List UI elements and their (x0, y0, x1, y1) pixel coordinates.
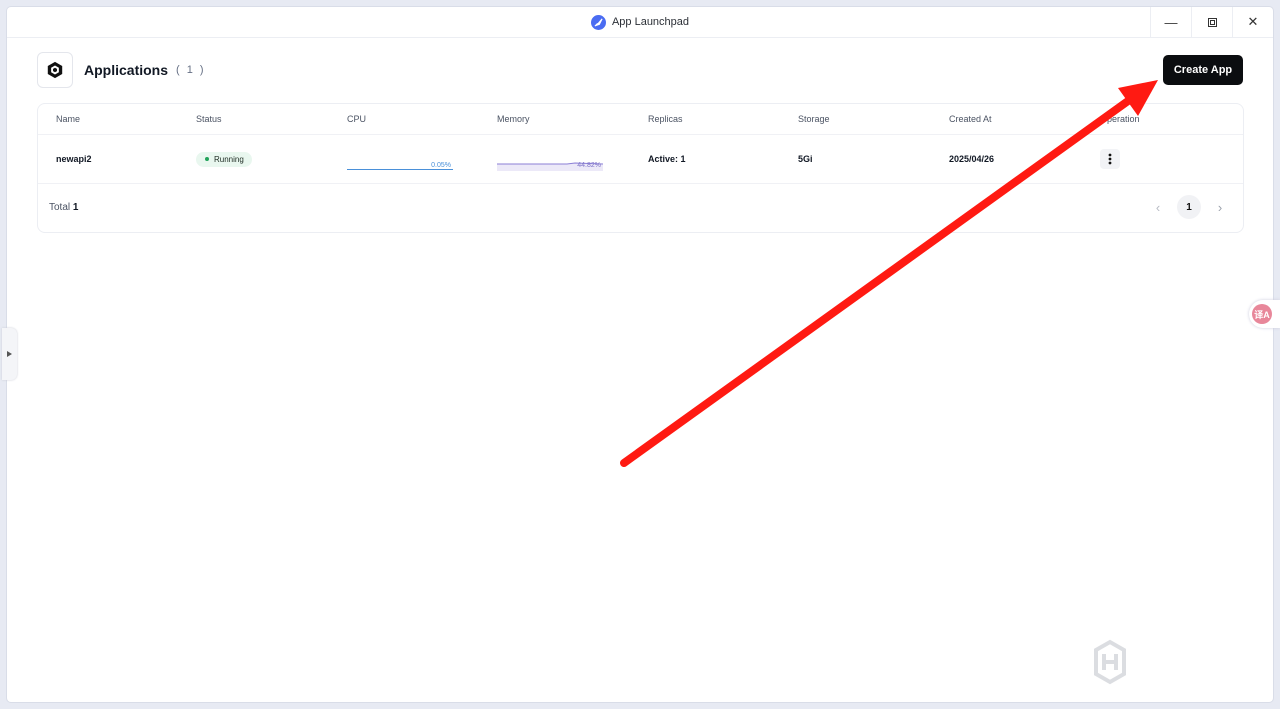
column-header-status: Status (196, 114, 222, 124)
total-value: 1 (72, 202, 79, 213)
watermark-logo-icon (1094, 639, 1126, 685)
column-header-memory: Memory (497, 114, 530, 124)
table-row[interactable]: newapi2 Running 0.05% 44.82% Active: 1 5… (38, 135, 1243, 184)
status-badge: Running (196, 151, 252, 167)
next-page-button[interactable]: › (1211, 200, 1229, 215)
table-footer: Total 1 ‹ 1 › (38, 184, 1243, 231)
app-name[interactable]: newapi2 (56, 135, 92, 183)
total-label: Total (49, 202, 71, 213)
column-header-created-at: Created At (949, 114, 992, 124)
close-button[interactable]: ✕ (1232, 7, 1273, 37)
window-title: App Launchpad (611, 16, 690, 28)
restore-icon (1207, 17, 1217, 27)
rocket-icon (590, 14, 606, 30)
cpu-value: 0.05% (431, 162, 451, 169)
memory-cell: 44.82% (497, 135, 603, 183)
table-header-row: Name Status CPU Memory Replicas Storage … (38, 104, 1243, 135)
column-header-cpu: CPU (347, 114, 367, 124)
restore-button[interactable] (1191, 7, 1232, 37)
window-controls: — ✕ (1150, 7, 1273, 37)
applications-table: Name Status CPU Memory Replicas Storage … (37, 103, 1244, 233)
caret-right-icon (7, 351, 12, 357)
column-header-operation: Operation (1100, 114, 1140, 124)
translate-icon: 译A (1252, 304, 1272, 324)
running-dot-icon (205, 157, 209, 161)
page-header: Applications ( 1 ) (37, 52, 206, 88)
created-at-value: 2025/04/26 (949, 154, 995, 164)
operation-cell (1100, 135, 1120, 183)
replicas-value: Active: 1 (648, 154, 686, 164)
total-count: Total 1 (49, 184, 78, 231)
sidebar-expand-handle[interactable] (2, 328, 17, 380)
memory-sparkline: 44.82% (497, 151, 603, 171)
cpu-line (347, 169, 453, 170)
column-header-storage: Storage (798, 114, 830, 124)
status-text: Running (214, 154, 244, 164)
memory-value: 44.82% (577, 162, 601, 169)
page-title: Applications (84, 62, 169, 78)
pagination: ‹ 1 › (1149, 195, 1229, 219)
page-1-button[interactable]: 1 (1177, 195, 1201, 219)
title-bar: App Launchpad — ✕ (7, 7, 1273, 38)
kebab-dots (1108, 153, 1112, 165)
hexagon-logo-icon (47, 61, 63, 79)
app-window: App Launchpad — ✕ Applications ( 1 ) Cre… (7, 7, 1273, 702)
cpu-cell: 0.05% (347, 135, 453, 183)
xiaoheihe-watermark (1088, 636, 1248, 692)
translate-widget[interactable]: 译A (1249, 300, 1280, 328)
app-count: ( 1 ) (176, 64, 206, 76)
cpu-sparkline: 0.05% (347, 151, 453, 171)
minimize-button[interactable]: — (1150, 7, 1191, 37)
status-cell: Running (196, 135, 252, 183)
column-header-name: Name (56, 114, 81, 124)
more-vertical-icon[interactable] (1100, 149, 1120, 169)
create-app-button[interactable]: Create App (1163, 55, 1243, 85)
column-header-replicas: Replicas (648, 114, 683, 124)
prev-page-button[interactable]: ‹ (1149, 200, 1167, 215)
storage-value: 5Gi (798, 154, 813, 164)
app-launchpad-logo (37, 52, 73, 88)
